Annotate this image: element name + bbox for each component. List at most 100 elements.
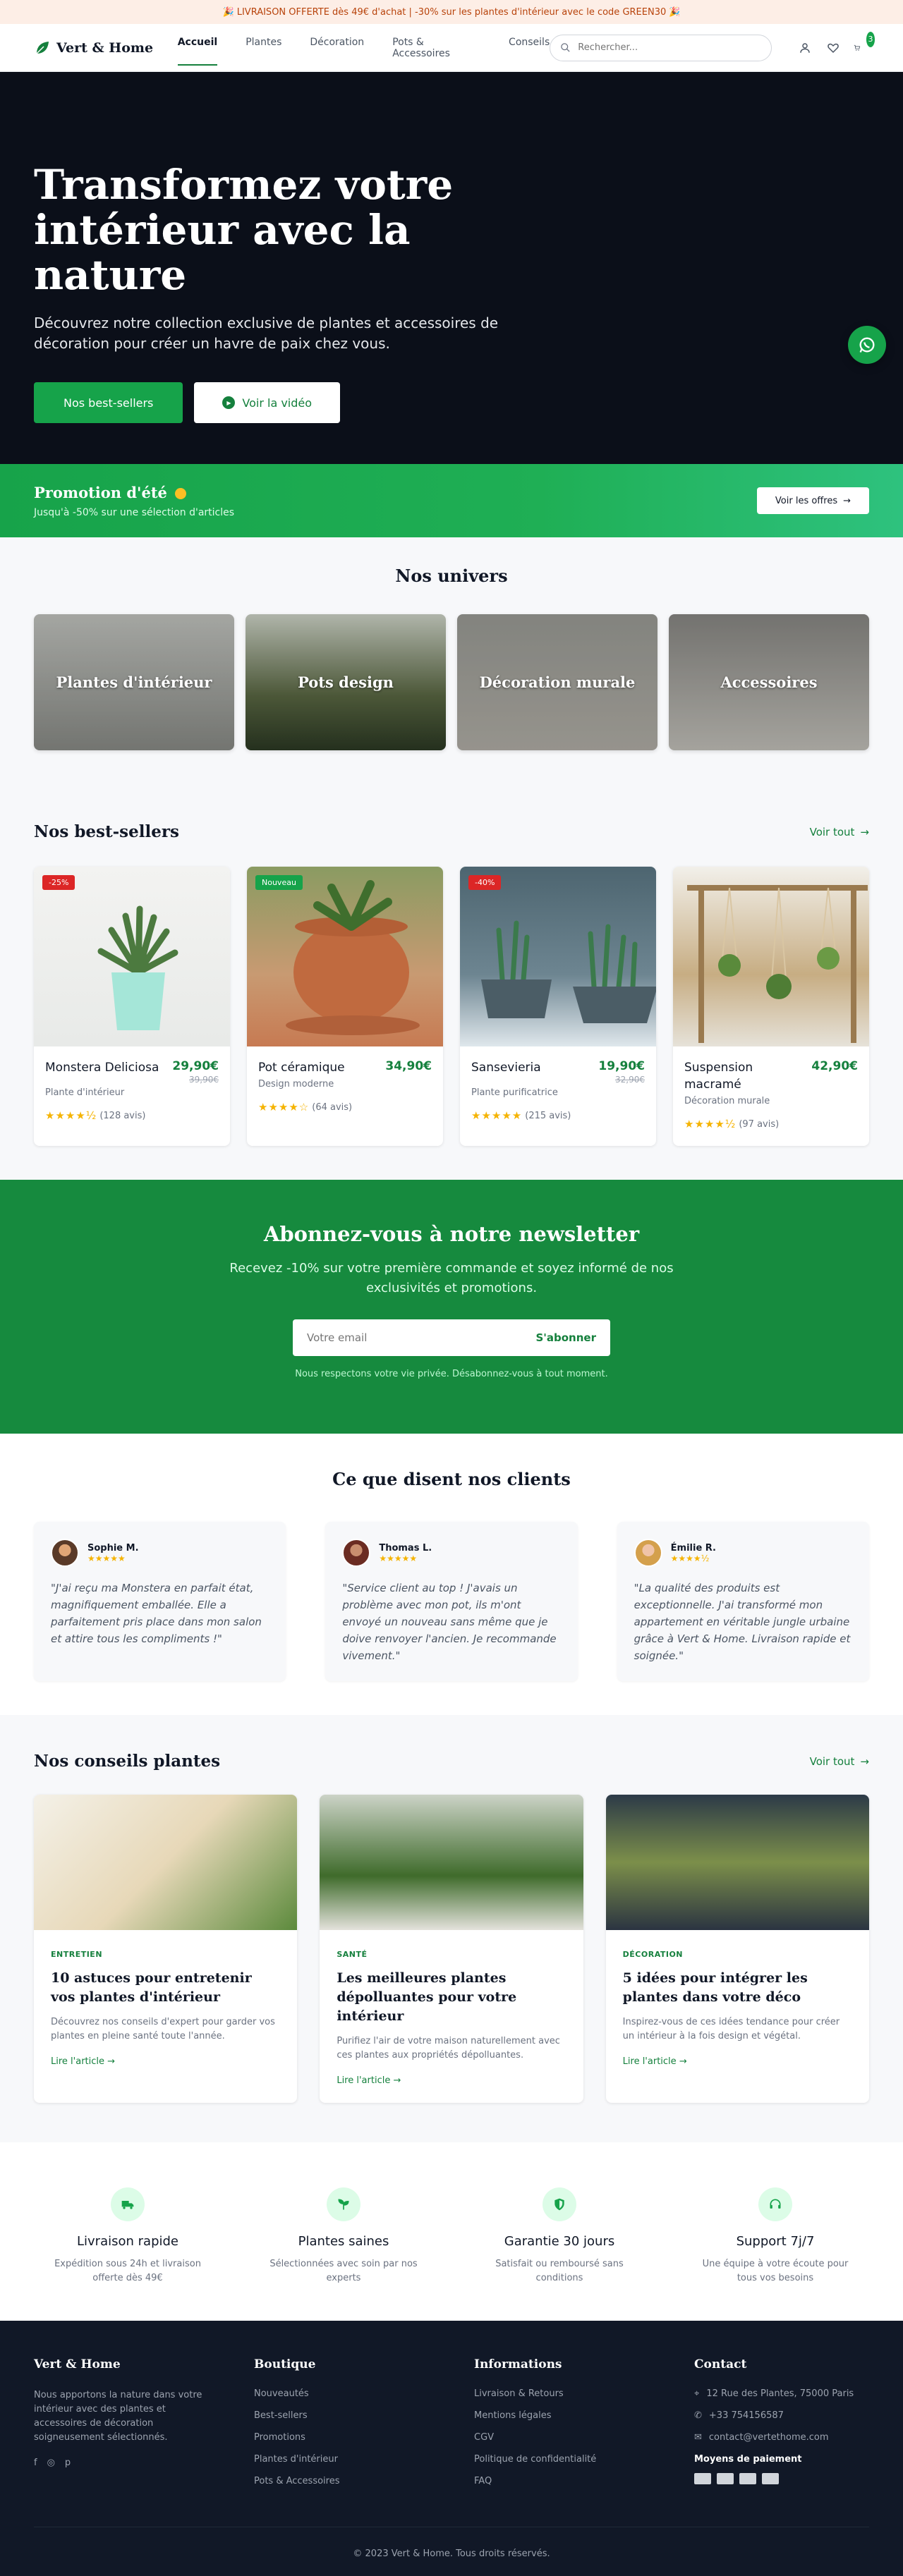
newsletter-lead: Recevez -10% sur votre première commande…	[229, 1261, 674, 1295]
footer-link[interactable]: Best-sellers	[254, 2410, 474, 2421]
email-field[interactable]	[307, 1331, 536, 1344]
product-category: Décoration murale	[684, 1096, 770, 1106]
footer-link[interactable]: Promotions	[254, 2432, 474, 2443]
product-card[interactable]: -25% Monstera Deliciosa 29,90€ 39,90€ Pla…	[34, 867, 230, 1146]
cart-icon[interactable]: 3	[854, 31, 875, 56]
blog-card[interactable]: SANTÉ Les meilleures plantes dépolluante…	[320, 1795, 583, 2103]
contact-phone[interactable]: +33 754156587	[709, 2410, 784, 2421]
footer-link[interactable]: Nouveautés	[254, 2388, 474, 2399]
whatsapp-button[interactable]	[848, 326, 886, 364]
category-card-deco[interactable]: Décoration murale	[457, 614, 657, 750]
product-name[interactable]: Pot céramique	[258, 1059, 345, 1076]
phone-icon: ✆	[694, 2410, 702, 2421]
category-card-pots[interactable]: Pots design	[246, 614, 446, 750]
visa-icon	[694, 2473, 711, 2484]
blog-card[interactable]: ENTRETIEN 10 astuces pour entretenir vos…	[34, 1795, 298, 2103]
nav-item-decoration[interactable]: Décoration	[310, 32, 364, 63]
read-more-link[interactable]: Lire l'article →	[337, 2075, 401, 2086]
feature-title: Garantie 30 jours	[504, 2234, 615, 2249]
avatar	[51, 1539, 79, 1567]
nav-item-conseils[interactable]: Conseils	[509, 32, 550, 63]
summer-subtitle: Jusqu'à -50% sur une sélection d'article…	[34, 506, 235, 518]
testimonial-text: "Service client au top ! J'avais un prob…	[342, 1582, 557, 1662]
blog-image[interactable]	[34, 1795, 298, 1930]
product-image[interactable]: Nouveau	[247, 867, 443, 1046]
blog-tag: DÉCORATION	[622, 1950, 684, 1959]
footer-link[interactable]: Pots & Accessoires	[254, 2476, 474, 2486]
blog-excerpt: Inspirez-vous de ces idées tendance pour…	[622, 2017, 840, 2041]
product-image[interactable]: -25%	[34, 867, 230, 1046]
search-icon	[561, 43, 570, 52]
search-box[interactable]	[550, 34, 772, 61]
product-category: Plante d'intérieur	[45, 1087, 125, 1098]
summer-title-text: Promotion d'été	[34, 483, 167, 501]
footer-link[interactable]: Livraison & Retours	[474, 2388, 694, 2399]
blog-title[interactable]: Les meilleures plantes dépolluantes pour…	[337, 1969, 566, 2026]
product-name[interactable]: Suspension macramé	[684, 1059, 811, 1093]
feature-text: Une équipe à votre écoute pour tous vos …	[702, 2259, 849, 2283]
blog-title[interactable]: 5 idées pour intégrer les plantes dans v…	[623, 1969, 852, 2007]
blog-title[interactable]: 10 astuces pour entretenir vos plantes d…	[51, 1969, 280, 2007]
reviewer-name: Sophie M.	[87, 1542, 139, 1553]
product-card[interactable]: -40% Sansevieria 19,90€ 32,90€ Plante pur…	[460, 867, 656, 1146]
video-button-label: Voir la vidéo	[242, 396, 313, 410]
product-name[interactable]: Monstera Deliciosa	[45, 1059, 159, 1076]
subscribe-button[interactable]: S'abonner	[536, 1331, 597, 1344]
category-card-accessoires[interactable]: Accessoires	[669, 614, 869, 750]
footer-link[interactable]: CGV	[474, 2432, 694, 2443]
blog-card[interactable]: DÉCORATION 5 idées pour intégrer les pla…	[605, 1795, 869, 2103]
product-old-price: 39,90€	[189, 1075, 219, 1085]
arrow-right-icon: →	[107, 2056, 116, 2067]
blog-excerpt: Découvrez nos conseils d'expert pour gar…	[51, 2017, 275, 2041]
promo-text: LIVRAISON OFFERTE dès 49€ d'achat | -30%…	[236, 6, 667, 18]
hero-subtitle: Découvrez notre collection exclusive de …	[34, 315, 499, 352]
feature-text: Sélectionnées avec soin par nos experts	[269, 2259, 418, 2283]
read-more-link[interactable]: Lire l'article →	[51, 2056, 115, 2067]
product-name[interactable]: Sansevieria	[471, 1059, 541, 1076]
footer-column-title: Boutique	[254, 2357, 316, 2371]
see-all-link[interactable]: Voir tout →	[810, 826, 869, 838]
nav-item-pots[interactable]: Pots & Accessoires	[392, 32, 480, 63]
product-price: 34,90€	[385, 1059, 432, 1073]
see-all-link[interactable]: Voir tout →	[810, 1755, 869, 1768]
category-label: Pots design	[298, 673, 394, 691]
star-rating: ★★★★★	[87, 1553, 126, 1563]
facebook-icon[interactable]: f	[34, 2458, 37, 2468]
promo-bar: 🎉 LIVRAISON OFFERTE dès 49€ d'achat | -3…	[0, 0, 903, 24]
section-title: Nos univers	[395, 566, 508, 586]
nav-item-plantes[interactable]: Plantes	[246, 32, 281, 63]
macrame-image	[687, 885, 868, 1043]
product-image[interactable]	[673, 867, 869, 1046]
contact-email[interactable]: contact@vertethome.com	[709, 2432, 829, 2443]
logo[interactable]: Vert & Home	[34, 39, 178, 56]
party-icon: 🎉	[222, 6, 234, 18]
blog-image[interactable]	[320, 1795, 583, 1930]
category-card-plantes[interactable]: Plantes d'intérieur	[34, 614, 234, 750]
heart-icon[interactable]	[825, 40, 841, 56]
footer-link[interactable]: Plantes d'intérieur	[254, 2454, 474, 2465]
blog-excerpt: Purifiez l'air de votre maison naturelle…	[337, 2036, 560, 2061]
nav-item-accueil[interactable]: Accueil	[177, 32, 217, 66]
instagram-icon[interactable]: ◎	[47, 2458, 55, 2468]
best-sellers-button[interactable]: Nos best-sellers	[34, 382, 183, 423]
product-image[interactable]: -40%	[460, 867, 656, 1046]
feature-title: Livraison rapide	[77, 2234, 178, 2249]
video-button[interactable]: ▶ Voir la vidéo	[194, 382, 341, 423]
product-card[interactable]: Suspension macramé 42,90€ Décoration mur…	[673, 867, 869, 1146]
blog-image[interactable]	[605, 1795, 869, 1930]
footer-link[interactable]: Politique de confidentialité	[474, 2454, 694, 2465]
payment-title: Moyens de paiement	[694, 2454, 802, 2465]
best-sellers-section: Nos best-sellers Voir tout → -25% Monster…	[0, 822, 903, 1180]
truck-icon	[111, 2187, 145, 2221]
footer-link[interactable]: FAQ	[474, 2476, 694, 2486]
product-card[interactable]: Nouveau Pot céramique 34,90€ Design mode…	[247, 867, 443, 1146]
user-icon[interactable]	[797, 40, 813, 56]
search-input[interactable]	[578, 42, 755, 53]
pinterest-icon[interactable]: 𝗉	[65, 2458, 71, 2468]
read-more-link[interactable]: Lire l'article →	[623, 2056, 687, 2067]
star-rating: ★★★★★	[471, 1109, 523, 1122]
feature-title: Support 7j/7	[736, 2234, 815, 2249]
footer-link[interactable]: Mentions légales	[474, 2410, 694, 2421]
whatsapp-icon	[859, 337, 875, 353]
offers-button[interactable]: Voir les offres →	[756, 487, 869, 514]
